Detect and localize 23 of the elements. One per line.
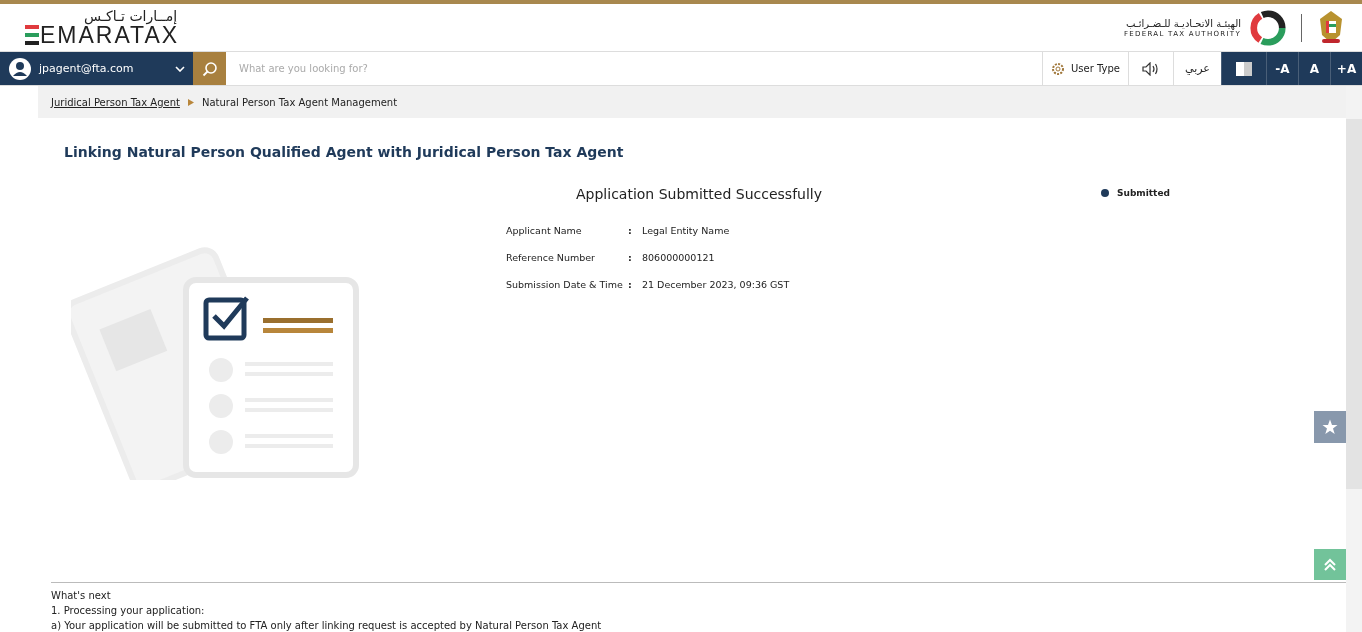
field-label: Reference Number [506,252,597,263]
user-menu-button[interactable]: jpagent@fta.com [0,52,193,85]
colon-separator: : [628,279,633,290]
font-size-button[interactable]: A [1298,52,1330,85]
field-label: Applicant Name [506,225,583,236]
instruction-text: a) Your application will be submitted to FTA only after linking request is accepted by Natural Person Tax Agent [51,620,603,631]
success-heading: Application Submitted Successfully [576,186,822,202]
breadcrumb-current: Natural Person Tax Agent Management [201,96,398,108]
font-size-button[interactable]: -A [1266,52,1298,85]
status-label: Submitted [1117,188,1170,198]
colon-separator: : [628,252,633,263]
breadcrumb-link[interactable]: Juridical Person Tax Agent [51,96,180,108]
font-size-button[interactable]: +A [1330,52,1362,85]
field-value: 806000000121 [642,252,716,263]
field-value: Legal Entity Name [642,225,731,236]
colon-separator: : [628,225,633,236]
whats-next-title: What's next [51,590,112,601]
logo-arabic-text: إمــارات تـاكـس [84,8,178,23]
authority-arabic-name: الهيئـة الاتحـاديـة للـضـرائـب [1125,17,1241,30]
field-label: Submission Date & Time [506,279,624,290]
page-title: Linking Natural Person Qualified Agent with Juridical Person Tax Agent [64,144,625,160]
field-value: 21 December 2023, 09:36 GST [642,279,791,290]
instruction-text: 1. Processing your application: [51,605,206,616]
